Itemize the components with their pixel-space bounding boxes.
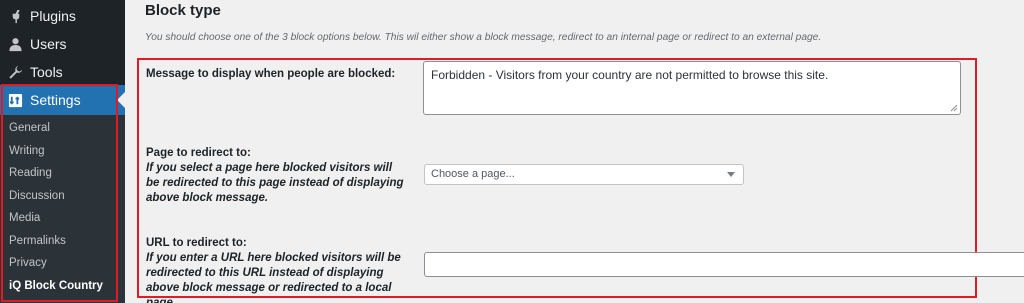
url-redirect-input[interactable] (424, 252, 1024, 277)
resize-grip-icon[interactable] (950, 104, 958, 112)
section-title: Block type (145, 2, 221, 19)
message-label: Message to display when people are block… (146, 67, 395, 82)
message-label-text: Message to display when people are block… (146, 68, 396, 80)
page-redirect-hint: If you select a page here blocked visito… (146, 162, 404, 204)
wrench-icon (7, 64, 23, 80)
sidebar-highlight-box (1, 84, 118, 302)
sidebar-item-plugins[interactable]: Plugins (0, 2, 125, 30)
chevron-down-icon (727, 172, 735, 177)
sidebar-item-users[interactable]: Users (0, 30, 125, 58)
sidebar-item-tools[interactable]: Tools (0, 58, 125, 86)
sidebar-item-label: Users (30, 36, 67, 52)
url-redirect-hint: If you enter a URL here blocked visitors… (146, 252, 401, 303)
url-redirect-label-text: URL to redirect to: (146, 237, 247, 249)
page-redirect-select[interactable]: Choose a page... (424, 164, 744, 185)
block-message-textarea[interactable]: Forbidden - Visitors from your country a… (423, 61, 961, 115)
sidebar-item-label: Tools (30, 64, 63, 80)
sidebar-item-label: Plugins (30, 8, 76, 24)
page-select-value: Choose a page... (431, 168, 515, 180)
active-indicator (117, 92, 125, 108)
section-description: You should choose one of the 3 block opt… (145, 32, 822, 43)
plug-icon (7, 8, 23, 24)
page-redirect-label: Page to redirect to: If you select a pag… (146, 146, 406, 206)
url-redirect-label: URL to redirect to: If you enter a URL h… (146, 236, 406, 303)
page-redirect-label-text: Page to redirect to: (146, 147, 251, 159)
block-message-text: Forbidden - Visitors from your country a… (431, 68, 829, 82)
user-icon (7, 36, 23, 52)
